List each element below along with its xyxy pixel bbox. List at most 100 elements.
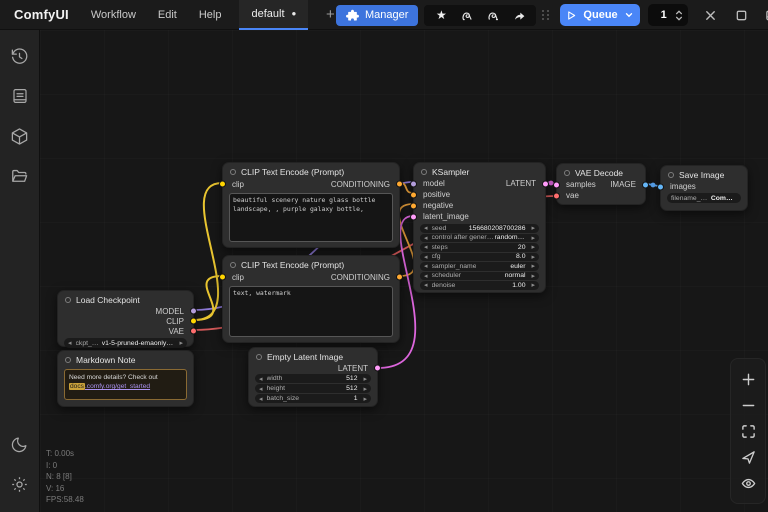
widget-filename-prefix[interactable]: filename_prefix ComfyUI bbox=[667, 193, 741, 203]
node-titlebar[interactable]: CLIP Text Encode (Prompt) bbox=[223, 165, 399, 178]
increment-arrow-icon[interactable] bbox=[359, 385, 367, 393]
latent-port-dot[interactable] bbox=[542, 180, 549, 187]
positive-port-dot[interactable] bbox=[410, 191, 417, 198]
node-titlebar[interactable]: CLIP Text Encode (Prompt) bbox=[223, 258, 399, 271]
widget-batch-size[interactable]: batch_size 1 bbox=[255, 394, 371, 403]
batch-count-input[interactable]: 1 bbox=[648, 4, 688, 26]
node-titlebar[interactable]: Save Image bbox=[661, 168, 747, 181]
toggle-link-visibility-eye-icon[interactable] bbox=[735, 470, 761, 496]
collapse-dot[interactable] bbox=[421, 169, 427, 175]
widget-control-after-generate[interactable]: control after generate randomize bbox=[420, 234, 539, 243]
node-empty-latent-image[interactable]: Empty Latent Image LATENT width 512 heig… bbox=[248, 347, 378, 407]
widget-seed[interactable]: seed 156680208700286 bbox=[420, 224, 539, 233]
node-ksampler[interactable]: KSampler model LATENT positive negative … bbox=[413, 162, 546, 293]
node-clip-text-encode-positive[interactable]: CLIP Text Encode (Prompt) clip CONDITION… bbox=[222, 162, 400, 248]
increment-arrow-icon[interactable] bbox=[527, 262, 535, 270]
star-icon[interactable]: ★ bbox=[428, 5, 454, 26]
vae-port-dot[interactable] bbox=[553, 192, 560, 199]
decrement-arrow-icon[interactable] bbox=[424, 234, 432, 242]
widget-height[interactable]: height 512 bbox=[255, 384, 371, 393]
samples-port-dot[interactable] bbox=[553, 181, 560, 188]
decrement-arrow-icon[interactable] bbox=[424, 253, 432, 261]
node-titlebar[interactable]: KSampler bbox=[414, 165, 545, 178]
clip-port-dot[interactable] bbox=[219, 274, 226, 281]
queue-button[interactable]: Queue bbox=[560, 4, 639, 26]
latent-port-dot[interactable] bbox=[374, 365, 381, 372]
note-link-highlight[interactable]: docs bbox=[69, 383, 85, 390]
widget-cfg[interactable]: cfg 8.0 bbox=[420, 253, 539, 262]
negative-port-dot[interactable] bbox=[410, 202, 417, 209]
collapse-dot[interactable] bbox=[65, 357, 71, 363]
output-vae[interactable]: VAE bbox=[58, 326, 193, 336]
widget-width[interactable]: width 512 bbox=[255, 374, 371, 383]
decrement-arrow-icon[interactable] bbox=[259, 385, 267, 393]
collapse-dot[interactable] bbox=[256, 354, 262, 360]
model-port-dot[interactable] bbox=[410, 180, 417, 187]
output-model[interactable]: MODEL bbox=[58, 306, 193, 316]
swirl-icon-a[interactable] bbox=[454, 5, 480, 26]
widget-ckpt-name[interactable]: ckpt_name v1-5-pruned-emaonly-fp16.s... bbox=[64, 338, 187, 348]
theme-toggle-moon-icon[interactable] bbox=[0, 424, 40, 464]
share-icon[interactable] bbox=[506, 5, 532, 26]
model-port-dot[interactable] bbox=[190, 308, 197, 315]
node-library-icon[interactable] bbox=[0, 76, 40, 116]
menu-workflow[interactable]: Workflow bbox=[91, 9, 136, 21]
vae-port-dot[interactable] bbox=[190, 328, 197, 335]
graph-canvas[interactable]: Load Checkpoint MODEL CLIP VAE ckpt_name… bbox=[40, 30, 768, 512]
collapse-dot[interactable] bbox=[65, 297, 71, 303]
note-text[interactable]: Need more details? Check out docs.comfy.… bbox=[64, 369, 187, 400]
increment-arrow-icon[interactable] bbox=[527, 224, 535, 232]
increment-arrow-icon[interactable] bbox=[527, 281, 535, 289]
node-vae-decode[interactable]: VAE Decode samples IMAGE vae bbox=[556, 163, 646, 205]
model-library-icon[interactable] bbox=[0, 116, 40, 156]
decrement-arrow-icon[interactable] bbox=[424, 262, 432, 270]
node-save-image[interactable]: Save Image images filename_prefix ComfyU… bbox=[660, 165, 748, 211]
conditioning-port-dot[interactable] bbox=[396, 181, 403, 188]
increment-arrow-icon[interactable] bbox=[527, 272, 535, 280]
clip-port-dot[interactable] bbox=[190, 318, 197, 325]
prompt-textarea[interactable]: text, watermark bbox=[229, 286, 393, 337]
zoom-out-icon[interactable] bbox=[735, 392, 761, 418]
workflow-tab-default[interactable]: default ● bbox=[239, 0, 308, 30]
node-load-checkpoint[interactable]: Load Checkpoint MODEL CLIP VAE ckpt_name… bbox=[57, 290, 194, 347]
stop-icon[interactable] bbox=[733, 7, 750, 24]
clip-port-dot[interactable] bbox=[219, 181, 226, 188]
node-titlebar[interactable]: Empty Latent Image bbox=[249, 350, 377, 363]
node-clip-text-encode-negative[interactable]: CLIP Text Encode (Prompt) clip CONDITION… bbox=[222, 255, 400, 343]
decrement-arrow-icon[interactable] bbox=[68, 339, 76, 347]
increment-arrow-icon[interactable] bbox=[359, 375, 367, 383]
fit-view-icon[interactable] bbox=[735, 418, 761, 444]
menu-help[interactable]: Help bbox=[199, 9, 222, 21]
chevron-down-icon[interactable] bbox=[624, 10, 634, 20]
node-titlebar[interactable]: Markdown Note bbox=[58, 353, 193, 366]
decrement-arrow-icon[interactable] bbox=[424, 281, 432, 289]
toolbar-drag-handle[interactable] bbox=[542, 10, 550, 20]
menu-edit[interactable]: Edit bbox=[158, 9, 177, 21]
widget-steps[interactable]: steps 20 bbox=[420, 243, 539, 252]
bottom-panel-icon[interactable] bbox=[764, 7, 768, 24]
decrement-arrow-icon[interactable] bbox=[424, 243, 432, 251]
prompt-textarea[interactable]: beautiful scenery nature glass bottle la… bbox=[229, 193, 393, 242]
zoom-in-icon[interactable] bbox=[735, 366, 761, 392]
collapse-dot[interactable] bbox=[230, 169, 236, 175]
settings-gear-icon[interactable] bbox=[0, 464, 40, 504]
conditioning-port-dot[interactable] bbox=[396, 274, 403, 281]
widget-scheduler[interactable]: scheduler normal bbox=[420, 272, 539, 281]
swirl-icon-b[interactable] bbox=[480, 5, 506, 26]
node-markdown-note[interactable]: Markdown Note Need more details? Check o… bbox=[57, 350, 194, 407]
note-link[interactable]: .comfy.org/get_started bbox=[85, 383, 150, 390]
select-mode-icon[interactable] bbox=[735, 444, 761, 470]
image-port-dot[interactable] bbox=[642, 181, 649, 188]
collapse-dot[interactable] bbox=[230, 262, 236, 268]
decrement-arrow-icon[interactable] bbox=[424, 224, 432, 232]
workflow-history-icon[interactable] bbox=[0, 36, 40, 76]
decrement-arrow-icon[interactable] bbox=[424, 272, 432, 280]
latent-image-port-dot[interactable] bbox=[410, 213, 417, 220]
collapse-dot[interactable] bbox=[564, 170, 570, 176]
increment-arrow-icon[interactable] bbox=[527, 253, 535, 261]
decrement-arrow-icon[interactable] bbox=[259, 395, 267, 403]
node-titlebar[interactable]: Load Checkpoint bbox=[58, 293, 193, 306]
batch-count-stepper[interactable] bbox=[675, 10, 683, 21]
increment-arrow-icon[interactable] bbox=[527, 234, 535, 242]
close-icon[interactable] bbox=[702, 7, 719, 24]
